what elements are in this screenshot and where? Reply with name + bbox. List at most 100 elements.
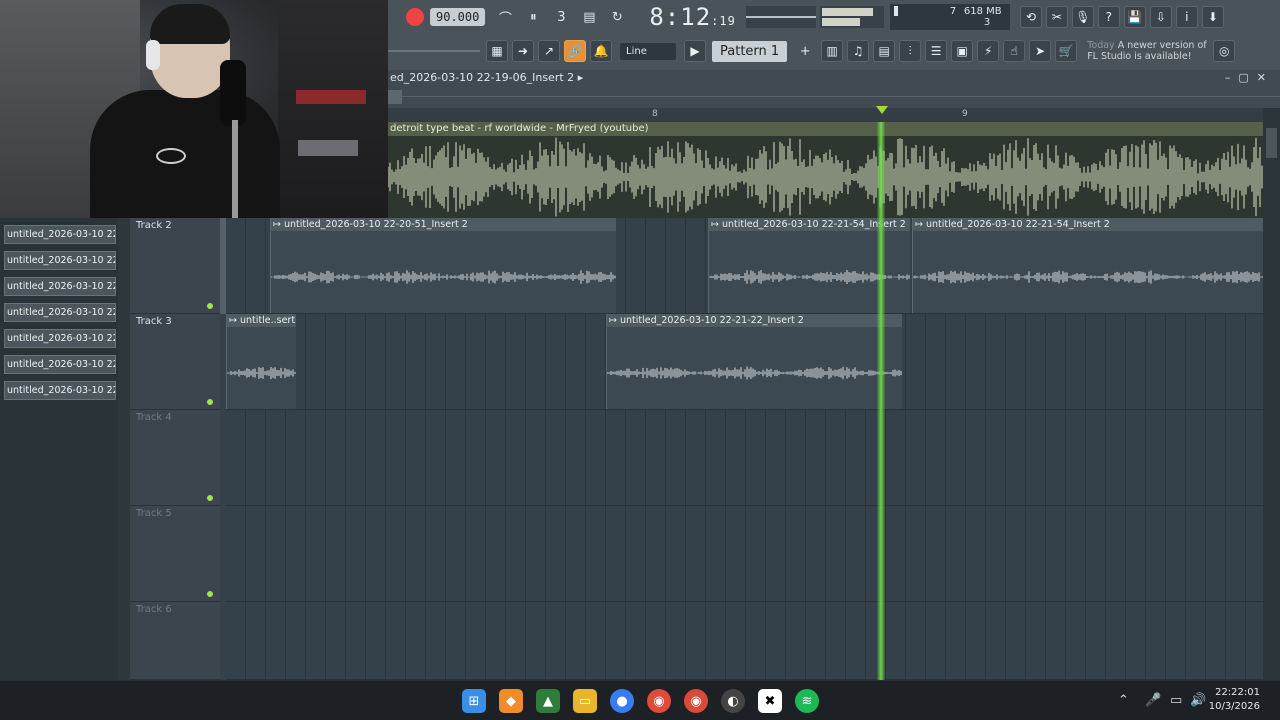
undo-icon[interactable]: ⟲ [1019,6,1042,28]
drive-icon[interactable]: ▲ [536,689,560,713]
vertical-scrollbar[interactable] [1263,108,1280,680]
beat-waveform[interactable] [387,136,1263,218]
audio-clip[interactable]: ↦ untitled_2026-03-10 22-21-54_Insert 2 [912,218,1263,313]
window-controls[interactable]: –▢✕ [1225,70,1274,86]
browser-item[interactable]: untitled_2026-03-10 22-... [4,329,116,348]
track-led[interactable] [207,399,213,405]
microphone-icon[interactable]: 🎤 [1145,693,1161,708]
track-header[interactable]: Track 6 [130,602,220,680]
touch-icon[interactable]: ☝ [1003,40,1026,62]
link-icon[interactable]: 🔗 [564,40,586,62]
system-clock[interactable]: 22:22:01 10/3/2026 [1209,686,1260,714]
bird-icon[interactable]: ➤ [1029,40,1052,62]
capcut-icon[interactable]: ✖ [758,689,782,713]
track-lane[interactable]: ↦ untitled_2026-03-10 22-20-51_Insert 2 … [226,218,1263,314]
arrow-right-icon[interactable]: ➜ [512,40,534,62]
track-led[interactable] [207,303,213,309]
clip-waveform [226,366,296,380]
track-led[interactable] [207,591,213,597]
fl-studio-icon[interactable]: ◆ [499,689,523,713]
spotify-icon[interactable]: ≋ [795,689,819,713]
clip-title: ↦ untitled_2026-03-10 22-21-54_Insert 2 [913,218,1263,231]
browser-item[interactable]: untitled_2026-03-10 22-... [4,303,116,322]
metronome-icon[interactable]: ⌒ [493,5,517,29]
browser-item[interactable]: untitled_2026-03-10 22-... [4,277,116,296]
help-icon[interactable]: ? [1097,6,1120,28]
track-lane[interactable] [226,506,1263,602]
clock-date: 10/3/2026 [1208,701,1260,712]
chrome-icon[interactable]: ◉ [647,689,671,713]
network-icon[interactable]: ▭ [1170,693,1182,708]
horizontal-scroll[interactable] [388,86,1280,108]
loop-record-icon[interactable]: ↻ [605,5,629,29]
browser-scrollbar[interactable] [118,218,130,680]
playhead-line [877,122,885,680]
cut-icon[interactable]: ✂ [1045,6,1068,28]
browser-icon[interactable]: ☰ [925,40,948,62]
browser-item[interactable]: untitled_2026-03-10 22-... [4,355,116,374]
news-panel[interactable]: Today A newer version of FL Studio is av… [1087,40,1211,62]
browser-item[interactable]: untitled_2026-03-10 22-... [4,225,116,244]
piano-roll-icon[interactable]: ♫ [847,40,870,62]
clip-title: ↦ untitled_2026-03-10 22-21-22_Insert 2 [607,314,902,327]
add-pattern-icon[interactable]: + [793,39,817,63]
countdown-icon[interactable]: 3 [549,5,573,29]
folder-icon[interactable]: ▭ [573,689,597,713]
playhead-marker[interactable] [876,106,888,114]
save-icon[interactable]: 💾 [1123,6,1146,28]
audio-clip[interactable]: ↦ untitled_2026-03-10 22-21-22_Insert 2 [606,314,902,409]
track-header[interactable]: Track 5 [130,506,220,602]
wait-input-icon[interactable]: ⏸ [521,5,545,29]
chrome-profile-icon[interactable]: ◉ [684,689,708,713]
template-icon[interactable]: ▣ [951,40,974,62]
cart-icon[interactable]: 🛒 [1055,40,1078,62]
timeline-ruler[interactable]: 8 9 [388,108,1263,122]
track-lane[interactable] [226,410,1263,506]
channel-rack-icon[interactable]: ▤ [873,40,896,62]
windows-start-icon[interactable]: ⊞ [462,689,486,713]
mixer-icon[interactable]: ⫶ [899,40,922,62]
track-header[interactable]: Track 2 [130,218,220,314]
pattern-select[interactable]: Pattern 1 [712,40,788,62]
volume-icon[interactable]: 🔊 [1190,693,1206,708]
transport-row: 90.000 ⌒ ⏸ 3 ▤ ↻ 8:12:19 7 618 MB 3 ⟲ ✂ … [388,2,1280,32]
plugin-icon[interactable]: ⚡ [977,40,1000,62]
track-name: Track 2 [136,220,172,231]
tools-row: ▦ ➜ ↗ 🔗 🔔 Line ▶ Pattern 1 + ▥ ♫ ▤ ⫶ ☰ ▣… [388,36,1280,66]
recorder-icon[interactable]: ● [610,689,634,713]
cpu-ram-panel: 7 618 MB 3 [889,4,1010,30]
info-icon[interactable]: i [1175,6,1198,28]
ruler-bar-9: 9 [962,109,968,119]
beat-clip-label[interactable]: detroit type beat - rf worldwide - MrFry… [388,122,1263,136]
slide-icon[interactable]: ↗ [538,40,560,62]
clip-waveform [912,270,1263,284]
piano-icon[interactable]: ▦ [486,40,508,62]
playlist-icon[interactable]: ▥ [821,40,844,62]
download-icon[interactable]: ⬇ [1201,6,1224,28]
master-slider[interactable] [388,50,480,52]
clip-title-text: untitled_2026-03-10 22-21-54_Insert 2 [925,219,1110,230]
playlist-title: ed_2026-03-10 22-19-06_Insert 2 ▸ –▢✕ [388,70,1280,86]
beat-waveform-svg [387,137,1263,217]
play-pattern-icon[interactable]: ▶ [684,40,706,62]
audio-clip[interactable]: ↦ untitled_2026-03-10 22-20-51_Insert 2 [270,218,616,313]
globe-icon[interactable]: ◎ [1213,40,1236,62]
track-name: Track 3 [136,316,172,327]
track-lane[interactable] [226,602,1263,680]
step-edit-icon[interactable]: ▤ [577,5,601,29]
track-header[interactable]: Track 3 [130,314,220,410]
mic-icon[interactable]: 🎙 [1071,6,1094,28]
tempo-display[interactable]: 90.000 [430,8,486,26]
export-icon[interactable]: ⇩ [1149,6,1172,28]
record-button[interactable] [406,8,424,26]
track-header[interactable]: Track 4 [130,410,220,506]
track-led[interactable] [207,495,213,501]
chevron-up-icon[interactable]: ⌃ [1118,693,1129,708]
obs-icon[interactable]: ◐ [721,689,745,713]
audio-clip[interactable]: ↦ untitle..sert 2 [226,314,296,409]
bell-icon[interactable]: 🔔 [590,40,612,62]
browser-item[interactable]: untitled_2026-03-10 22-... [4,251,116,270]
browser-item[interactable]: untitled_2026-03-10 22-... [4,381,116,400]
track-lane[interactable]: ↦ untitle..sert 2 ↦ untitled_2026-03-10 … [226,314,1263,410]
snap-select[interactable]: Line [620,42,676,60]
